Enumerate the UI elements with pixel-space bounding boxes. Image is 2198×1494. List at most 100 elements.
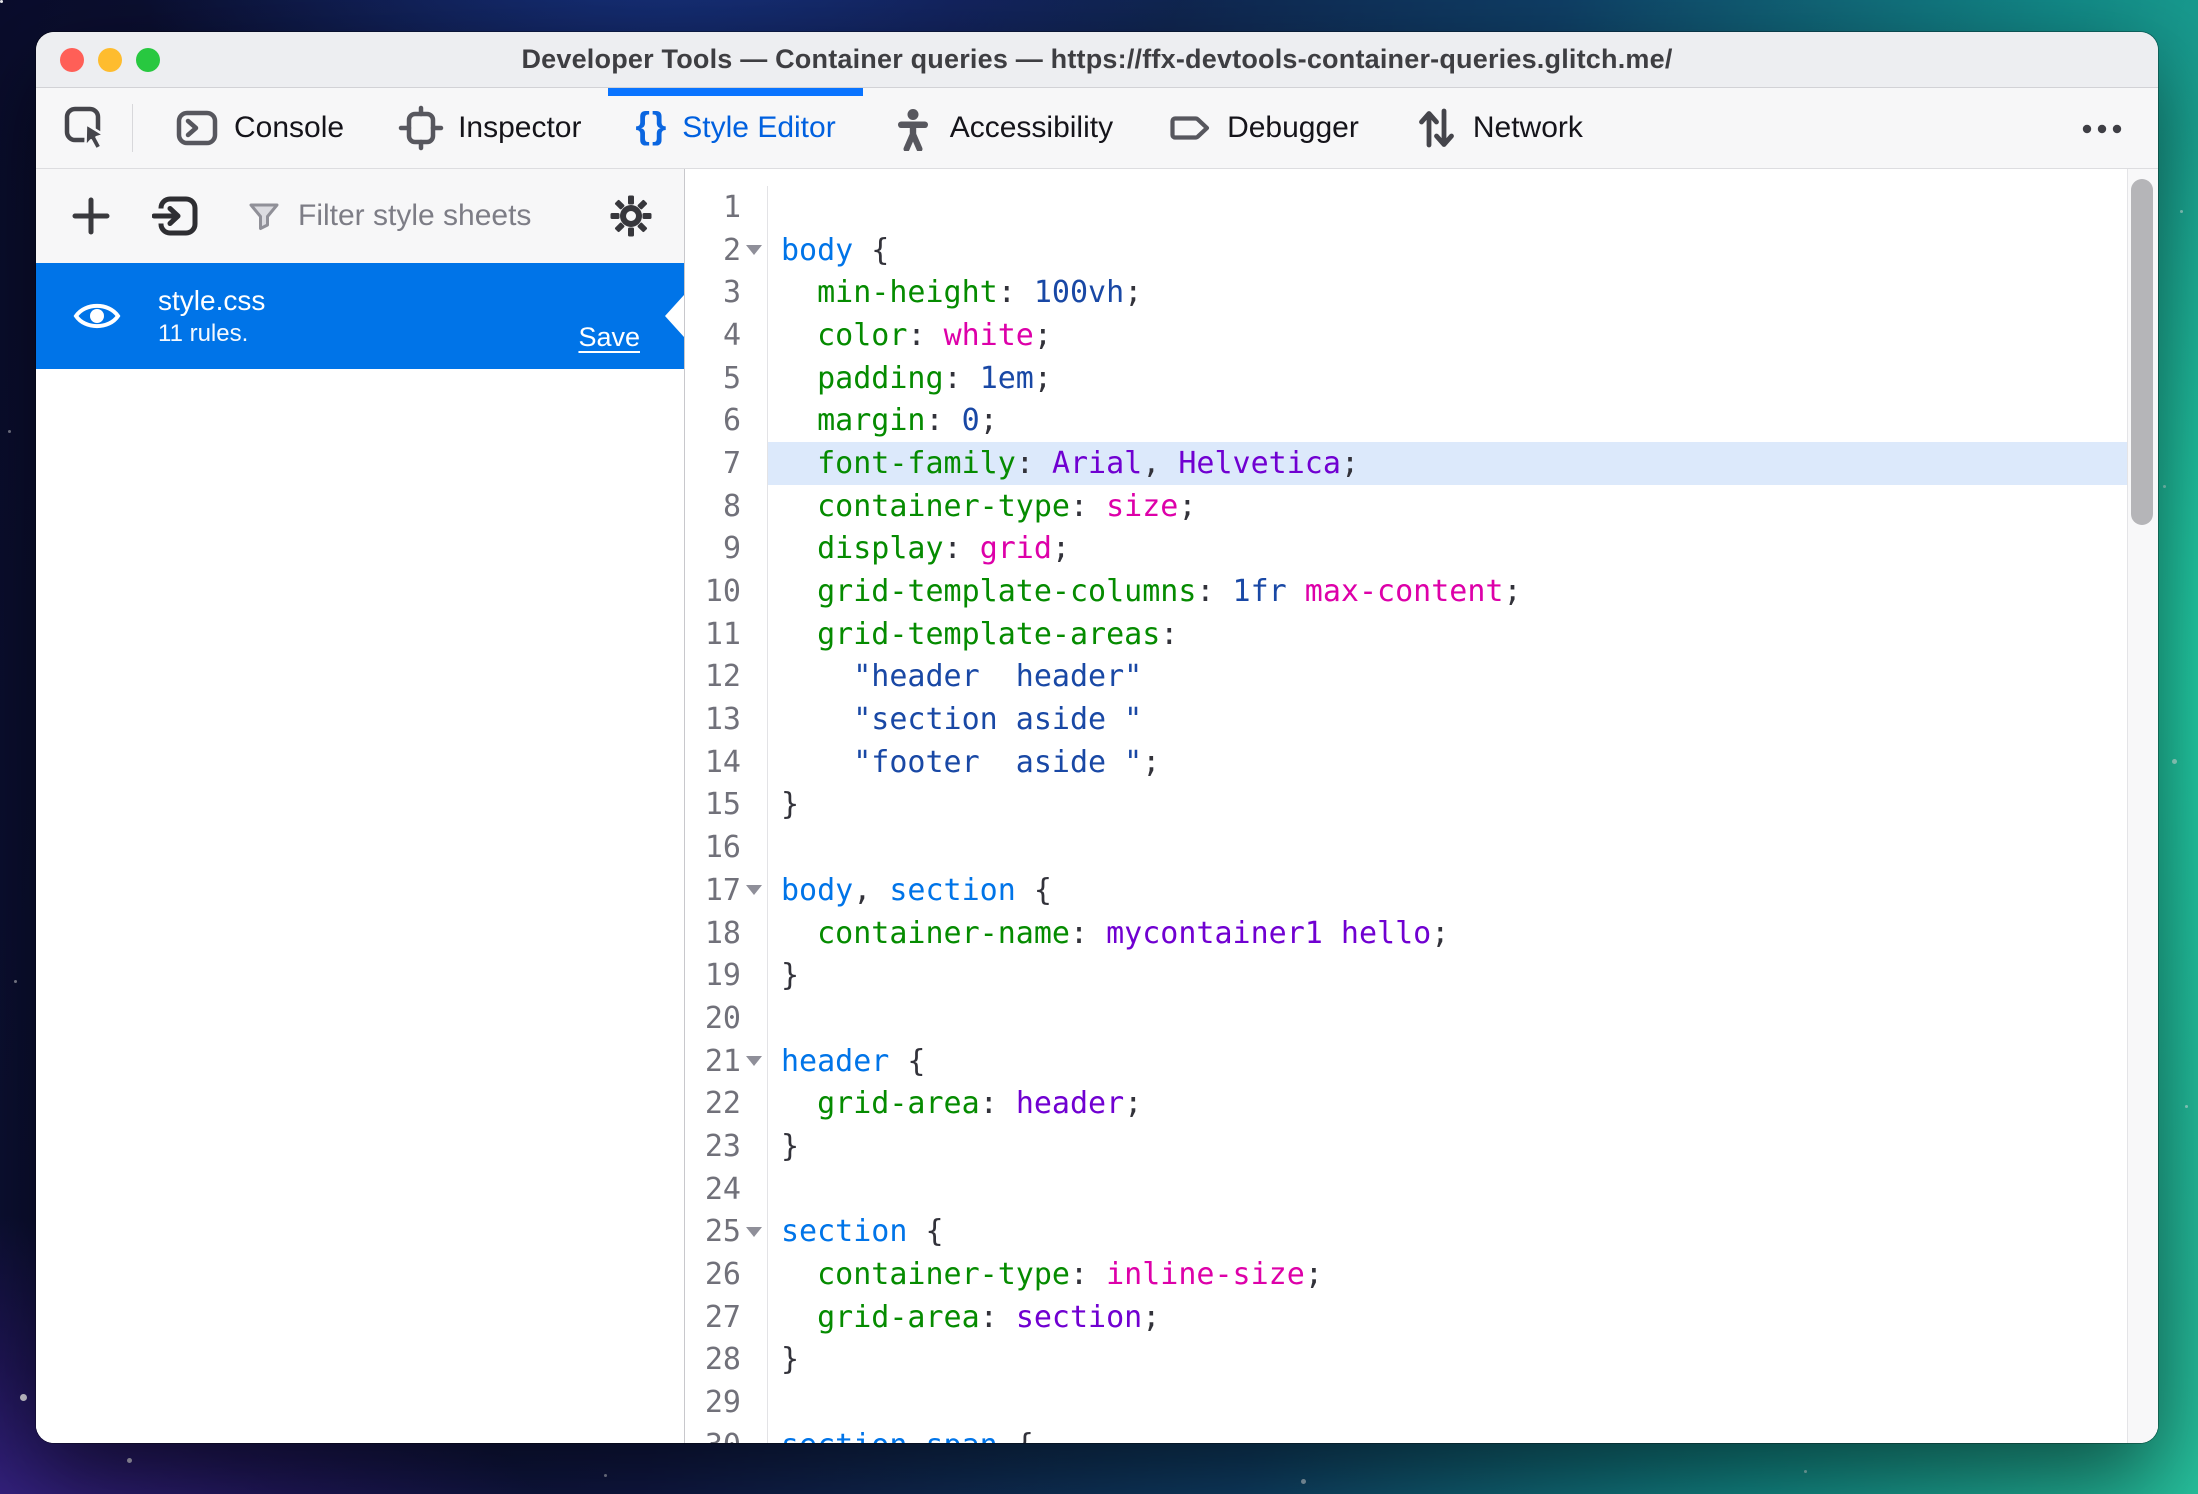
code-text[interactable]: padding: 1em; xyxy=(767,356,2127,400)
code-line[interactable]: 24 xyxy=(685,1167,2127,1211)
code-line[interactable]: 23} xyxy=(685,1125,2127,1168)
code-line[interactable]: 20 xyxy=(685,997,2127,1040)
code-line[interactable]: 16 xyxy=(685,826,2127,869)
tab-label: Debugger xyxy=(1227,111,1359,144)
code-line[interactable]: 6 margin: 0; xyxy=(685,399,2127,443)
fold-arrow-icon[interactable] xyxy=(746,245,762,256)
line-gutter: 4 xyxy=(685,314,767,357)
code-text[interactable]: "footer aside "; xyxy=(767,740,2127,784)
code-text[interactable]: container-type: size; xyxy=(767,484,2127,528)
editor-scrollbar[interactable] xyxy=(2127,169,2158,1443)
line-gutter: 16 xyxy=(685,826,767,869)
save-link[interactable]: Save xyxy=(578,322,640,353)
settings-button[interactable] xyxy=(608,193,654,239)
code-text[interactable]: container-name: mycontainer1 hello; xyxy=(767,911,2127,955)
pick-element-button[interactable] xyxy=(54,88,118,168)
code-text[interactable]: font-family: Arial, Helvetica; xyxy=(767,442,2127,485)
line-gutter: 17 xyxy=(685,869,767,912)
line-number: 10 xyxy=(704,574,741,610)
code-line[interactable]: 11 grid-template-areas: xyxy=(685,612,2127,656)
code-line[interactable]: 2 body { xyxy=(685,228,2127,272)
code-line[interactable]: 17 body, section { xyxy=(685,869,2127,912)
line-gutter: 26 xyxy=(685,1253,767,1296)
code-text[interactable]: "header header" xyxy=(767,655,2127,699)
line-number: 1 xyxy=(722,189,741,225)
code-text[interactable]: } xyxy=(767,783,2127,827)
code-line[interactable]: 9 display: grid; xyxy=(685,527,2127,571)
code-line[interactable]: 26 container-type: inline-size; xyxy=(685,1253,2127,1296)
code-text[interactable]: section { xyxy=(767,1210,2127,1254)
code-text[interactable]: "section aside " xyxy=(767,698,2127,741)
code-line[interactable]: 19} xyxy=(685,954,2127,998)
code-text[interactable]: min-height: 100vh; xyxy=(767,271,2127,315)
code-line[interactable]: 28} xyxy=(685,1338,2127,1382)
code-text[interactable]: body, section { xyxy=(767,869,2127,912)
tab-console[interactable]: Console xyxy=(147,88,371,168)
code-text[interactable] xyxy=(767,1381,2127,1424)
code-text[interactable]: grid-area: header; xyxy=(767,1082,2127,1126)
code-text[interactable]: } xyxy=(767,1125,2127,1168)
code-text[interactable]: margin: 0; xyxy=(767,399,2127,443)
code-line[interactable]: 5 padding: 1em; xyxy=(685,356,2127,400)
code-line[interactable]: 7 font-family: Arial, Helvetica; xyxy=(685,442,2127,485)
code-line[interactable]: 1 xyxy=(685,186,2127,229)
window-title: Developer Tools — Container queries — ht… xyxy=(521,44,1673,74)
stylesheet-list-item[interactable]: style.css 11 rules. Save xyxy=(36,263,684,369)
import-stylesheet-button[interactable] xyxy=(152,192,202,240)
line-gutter: 28 xyxy=(685,1338,767,1382)
code-text[interactable]: grid-template-columns: 1fr max-content; xyxy=(767,570,2127,613)
code-text[interactable]: grid-area: section; xyxy=(767,1295,2127,1339)
overflow-menu-button[interactable] xyxy=(2072,88,2132,168)
line-gutter: 20 xyxy=(685,997,767,1040)
code-text[interactable] xyxy=(767,997,2127,1040)
fold-arrow-icon[interactable] xyxy=(746,1056,762,1067)
editor-scrollbar-thumb[interactable] xyxy=(2131,179,2153,525)
title-bar[interactable]: Developer Tools — Container queries — ht… xyxy=(36,32,2158,88)
code-line[interactable]: 21 header { xyxy=(685,1039,2127,1083)
code-text[interactable]: grid-template-areas: xyxy=(767,612,2127,656)
code-text[interactable]: section span { xyxy=(767,1423,2127,1443)
fold-arrow-icon[interactable] xyxy=(746,885,762,896)
fold-arrow-icon[interactable] xyxy=(746,1226,762,1237)
code-line[interactable]: 8 container-type: size; xyxy=(685,484,2127,528)
code-line[interactable]: 15} xyxy=(685,783,2127,827)
fold-column xyxy=(741,1056,767,1067)
code-text[interactable]: display: grid; xyxy=(767,527,2127,571)
filter-style-sheets-input[interactable] xyxy=(296,198,608,234)
code-line[interactable]: 10 grid-template-columns: 1fr max-conten… xyxy=(685,570,2127,613)
code-line[interactable]: 13 "section aside " xyxy=(685,698,2127,741)
code-text[interactable]: body { xyxy=(767,228,2127,272)
eye-icon[interactable] xyxy=(72,298,122,334)
line-gutter: 14 xyxy=(685,740,767,784)
code-line[interactable]: 22 grid-area: header; xyxy=(685,1082,2127,1126)
tab-inspector[interactable]: Inspector xyxy=(371,88,608,168)
devtools-toolbar: Console Inspector {} Style Editor Access… xyxy=(36,88,2158,169)
tab-label: Accessibility xyxy=(949,111,1114,144)
code-text[interactable] xyxy=(767,826,2127,869)
line-number: 29 xyxy=(704,1385,741,1421)
code-line[interactable]: 18 container-name: mycontainer1 hello; xyxy=(685,911,2127,955)
splitter-handle-icon[interactable] xyxy=(665,295,684,337)
code-text[interactable]: header { xyxy=(767,1039,2127,1083)
code-line[interactable]: 14 "footer aside "; xyxy=(685,740,2127,784)
tab-debugger[interactable]: Debugger xyxy=(1140,88,1386,168)
code-text[interactable]: color: white; xyxy=(767,314,2127,357)
code-line[interactable]: 30 section span { xyxy=(685,1423,2127,1443)
tab-network[interactable]: Network xyxy=(1386,88,1610,168)
code-text[interactable] xyxy=(767,186,2127,229)
code-line[interactable]: 4 color: white; xyxy=(685,314,2127,357)
code-line[interactable]: 27 grid-area: section; xyxy=(685,1295,2127,1339)
code-line[interactable]: 3 min-height: 100vh; xyxy=(685,271,2127,315)
line-number: 23 xyxy=(704,1128,741,1164)
code-line[interactable]: 12 "header header" xyxy=(685,655,2127,699)
tab-style-editor[interactable]: {} Style Editor xyxy=(608,88,863,168)
new-stylesheet-button[interactable] xyxy=(68,193,114,239)
code-text[interactable]: } xyxy=(767,954,2127,998)
code-text[interactable]: } xyxy=(767,1338,2127,1382)
code-line[interactable]: 29 xyxy=(685,1381,2127,1424)
code-text[interactable] xyxy=(767,1167,2127,1211)
tab-accessibility[interactable]: Accessibility xyxy=(863,88,1140,168)
code-line[interactable]: 25 section { xyxy=(685,1210,2127,1254)
braces-icon: {} xyxy=(635,105,669,146)
code-text[interactable]: container-type: inline-size; xyxy=(767,1253,2127,1296)
